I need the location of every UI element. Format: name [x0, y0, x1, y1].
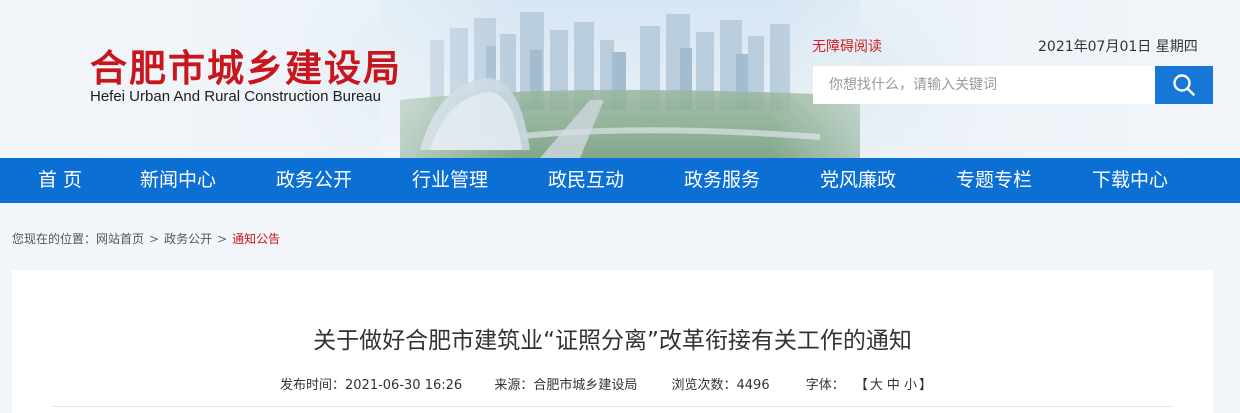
nav-item-integrity[interactable]: 党风廉政 [820, 158, 896, 203]
article-title: 关于做好合肥市建筑业“证照分离”改革衔接有关工作的通知 [313, 328, 912, 354]
font-bracket-open: 【 [854, 378, 868, 393]
article-meta: 发布时间：2021-06-30 16:26 来源：合肥市城乡建设局 浏览次数：4… [280, 374, 932, 393]
font-large-button[interactable]: 大 [870, 378, 883, 393]
breadcrumb-home-link[interactable]: 网站首页 [96, 232, 144, 246]
nav-item-news[interactable]: 新闻中心 [140, 158, 216, 203]
nav-item-gov-info[interactable]: 政务公开 [276, 158, 352, 203]
source-label: 来源： [494, 378, 534, 393]
nav-item-interaction[interactable]: 政民互动 [548, 158, 624, 203]
breadcrumb-separator: > [149, 232, 160, 246]
site-logo-en: Hefei Urban And Rural Construction Burea… [90, 88, 381, 105]
font-bracket-close: 】 [918, 378, 932, 393]
breadcrumb: 您现在的位置：网站首页 > 政务公开 > 通知公告 [12, 230, 280, 247]
nav-item-home[interactable]: 首 页 [38, 158, 82, 203]
breadcrumb-separator: > [217, 232, 228, 246]
accessibility-reading-link[interactable]: 无障碍阅读 [812, 36, 882, 56]
nav-item-topics[interactable]: 专题专栏 [956, 158, 1032, 203]
search-button[interactable] [1155, 66, 1213, 104]
nav-item-services[interactable]: 政务服务 [684, 158, 760, 203]
breadcrumb-notices-link[interactable]: 通知公告 [232, 232, 280, 246]
article-divider [52, 406, 1173, 407]
publish-time-label: 发布时间： [280, 378, 346, 393]
font-medium-button[interactable]: 中 [887, 378, 900, 393]
header-banner: 合肥市城乡建设局 Hefei Urban And Rural Construct… [0, 0, 1240, 158]
source-value: 合肥市城乡建设局 [533, 378, 638, 393]
nav-item-industry[interactable]: 行业管理 [412, 158, 488, 203]
views-label: 浏览次数： [671, 378, 737, 393]
font-size-control: 【大中小】 [855, 374, 932, 393]
font-small-button[interactable]: 小 [904, 378, 917, 393]
main-nav: 首 页 新闻中心 政务公开 行业管理 政民互动 政务服务 党风廉政 专题专栏 下… [0, 158, 1240, 203]
search-icon [1173, 74, 1195, 96]
site-logo-cn[interactable]: 合肥市城乡建设局 [90, 38, 402, 92]
article-card: 关于做好合肥市建筑业“证照分离”改革衔接有关工作的通知 发布时间：2021-06… [12, 270, 1213, 413]
breadcrumb-gov-info-link[interactable]: 政务公开 [164, 232, 212, 246]
views-value: 4496 [736, 378, 770, 393]
search-input[interactable] [813, 66, 1155, 104]
publish-time-value: 2021-06-30 16:26 [345, 378, 463, 393]
breadcrumb-prefix: 您现在的位置： [12, 232, 97, 246]
nav-item-downloads[interactable]: 下载中心 [1092, 158, 1168, 203]
current-date: 2021年07月01日 星期四 [1038, 39, 1198, 55]
font-size-label: 字体： [805, 378, 845, 393]
